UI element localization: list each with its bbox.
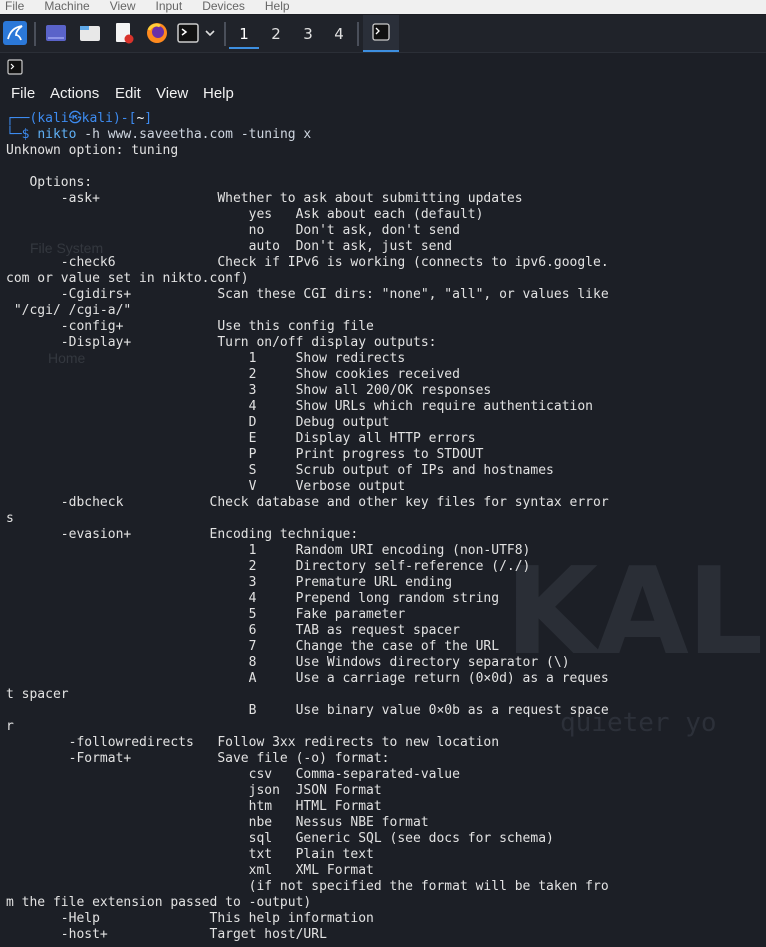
output-line: com or value set in nikto.conf) (6, 271, 249, 286)
menu-file[interactable]: File (11, 85, 35, 102)
output-line: -Help This help information (6, 911, 374, 926)
output-line: -config+ Use this config file (6, 319, 374, 334)
vm-menu-help[interactable]: Help (265, 0, 290, 12)
output-line: 4 Show URLs which require authentication (6, 399, 593, 414)
workspace-1[interactable]: 1 (229, 21, 259, 49)
output-line: -check6 Check if IPv6 is working (connec… (6, 255, 609, 270)
show-desktop-icon[interactable] (44, 20, 68, 46)
output-line: 6 TAB as request spacer (6, 623, 460, 638)
output-line: 1 Random URI encoding (non-UTF8) (6, 543, 531, 558)
output-line: "/cgi/ /cgi-a/" (6, 303, 132, 318)
prompt-frame: └─$ (6, 127, 38, 142)
output-line: no Don't ask, don't send (6, 223, 460, 238)
output-line: 8 Use Windows directory separator (\) (6, 655, 570, 670)
output-line: Unknown option: tuning (6, 143, 179, 158)
kali-menu-icon[interactable] (2, 20, 28, 46)
vm-menu-machine[interactable]: Machine (44, 0, 89, 12)
output-line: D Debug output (6, 415, 390, 430)
output-line: sql Generic SQL (see docs for schema) (6, 831, 554, 846)
output-line: -followredirects Follow 3xx redirects to… (6, 735, 500, 750)
workspace-2[interactable]: 2 (261, 21, 291, 47)
output-line: E Display all HTTP errors (6, 431, 476, 446)
output-line: -dbcheck Check database and other key fi… (6, 495, 609, 510)
output-line: s (6, 511, 14, 526)
terminal-menubar: File Actions Edit View Help (0, 82, 766, 106)
panel-separator (357, 22, 359, 46)
vm-menu-devices[interactable]: Devices (202, 0, 245, 12)
panel-separator (34, 22, 36, 46)
command-name: nikto (37, 127, 77, 142)
prompt-user: kali (37, 111, 69, 126)
output-line: B Use binary value 0×0b as a request spa… (6, 703, 609, 718)
output-line: r (6, 719, 14, 734)
output-line: yes Ask about each (default) (6, 207, 484, 222)
output-line: -Cgidirs+ Scan these CGI dirs: "none", "… (6, 287, 609, 302)
terminal-titlebar (0, 53, 766, 81)
text-editor-icon[interactable] (112, 20, 136, 46)
prompt-frame: ┌──( (6, 111, 38, 126)
output-line: 7 Change the case of the URL (6, 639, 500, 654)
file-manager-icon[interactable] (78, 20, 102, 46)
output-line: 2 Directory self-reference (/./) (6, 559, 531, 574)
output-line: V Verbose output (6, 479, 406, 494)
terminal-output[interactable]: ┌──(kali㉿kali)-[~] └─$ nikto -h www.save… (6, 111, 766, 943)
menu-actions[interactable]: Actions (50, 85, 99, 102)
help-output: Unknown option: tuning Options: -ask+ Wh… (6, 143, 609, 942)
prompt-at: ㉿ (68, 111, 82, 126)
output-line: -Format+ Save file (-o) format: (6, 751, 390, 766)
output-line: 3 Premature URL ending (6, 575, 453, 590)
firefox-icon[interactable] (144, 20, 170, 46)
prompt-frame: )-[ (112, 111, 137, 126)
workspace-4[interactable]: 4 (324, 21, 354, 47)
terminal-icon (372, 23, 390, 41)
output-line: csv Comma-separated-value (6, 767, 460, 782)
output-line: S Scrub output of IPs and hostnames (6, 463, 554, 478)
output-line: auto Don't ask, just send (6, 239, 453, 254)
output-line: A Use a carriage return (0×0d) as a requ… (6, 671, 609, 686)
terminal-icon (7, 59, 23, 75)
output-line: -host+ Target host/URL (6, 927, 327, 942)
taskbar-terminal-button[interactable] (363, 15, 399, 52)
output-line: -evasion+ Encoding technique: (6, 527, 359, 542)
prompt-frame: ] (144, 111, 153, 126)
output-line: -Display+ Turn on/off display outputs: (6, 335, 437, 350)
output-line: htm HTML Format (6, 799, 382, 814)
chevron-down-icon[interactable] (202, 20, 218, 46)
terminal-launcher-icon[interactable] (176, 20, 200, 46)
output-line: 4 Prepend long random string (6, 591, 500, 606)
output-line: 2 Show cookies received (6, 367, 460, 382)
workspace-3[interactable]: 3 (293, 21, 323, 47)
vm-menu-file[interactable]: File (5, 0, 24, 12)
vm-menu-input[interactable]: Input (156, 0, 183, 12)
output-line: t spacer (6, 687, 69, 702)
output-line: txt Plain text (6, 847, 374, 862)
output-line: nbe Nessus NBE format (6, 815, 429, 830)
panel-separator (224, 22, 226, 46)
output-line: (if not specified the format will be tak… (6, 879, 609, 894)
output-line: 5 Fake parameter (6, 607, 406, 622)
output-line: -ask+ Whether to ask about submitting up… (6, 191, 523, 206)
output-line: Options: (6, 175, 93, 190)
command-args: -h www.saveetha.com -tuning x (84, 127, 312, 142)
output-line: json JSON Format (6, 783, 382, 798)
prompt-host: kali (81, 111, 113, 126)
menu-view[interactable]: View (156, 85, 188, 102)
menu-edit[interactable]: Edit (115, 85, 141, 102)
vm-menubar: File Machine View Input Devices Help (0, 0, 766, 14)
menu-help[interactable]: Help (203, 85, 234, 102)
output-line: 1 Show redirects (6, 351, 406, 366)
output-line: m the file extension passed to -output) (6, 895, 312, 910)
vm-menu-view[interactable]: View (110, 0, 136, 12)
output-line: P Print progress to STDOUT (6, 447, 484, 462)
output-line: xml XML Format (6, 863, 374, 878)
output-line: 3 Show all 200/OK responses (6, 383, 492, 398)
